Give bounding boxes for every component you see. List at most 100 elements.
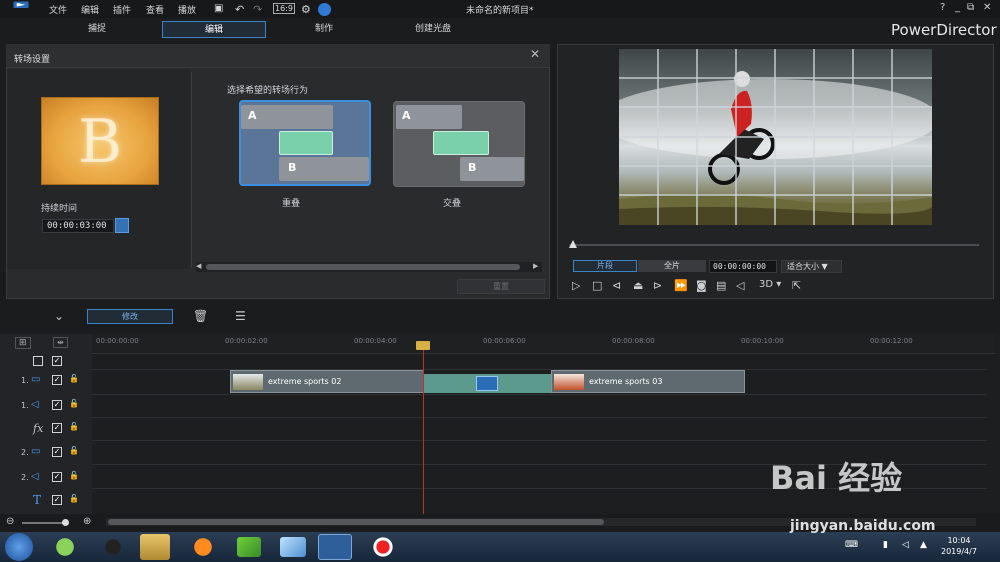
lock-icon[interactable]: 🔓 [69, 374, 79, 383]
duration-input[interactable]: 00:00:03:00 [42, 219, 114, 233]
tab-produce[interactable]: 制作 [284, 21, 364, 38]
menu-edit[interactable]: 编辑 [81, 3, 99, 16]
expand-toggle-icon[interactable]: ⌄ [54, 309, 64, 323]
subtitle-icon[interactable]: ▤ [716, 279, 726, 292]
list-icon[interactable]: ☰ [235, 309, 246, 323]
overlap-option-label: 重叠 [282, 199, 301, 209]
track-manager-icon[interactable]: ⊞ [15, 337, 31, 349]
undo-icon[interactable]: ↶ [235, 3, 244, 16]
close-panel-icon[interactable]: ✕ [530, 47, 540, 61]
tab-edit[interactable]: 编辑 [162, 21, 266, 38]
preview-scrubber[interactable] [569, 244, 979, 246]
menu-plugins[interactable]: 插件 [113, 3, 131, 16]
fast-forward-icon[interactable]: ⏩ [674, 279, 688, 292]
tab-capture[interactable]: 捕捉 [57, 21, 137, 38]
track-enable-checkbox[interactable]: ✓ [52, 375, 62, 385]
minimize-icon[interactable]: _ [955, 2, 960, 13]
track-enable-checkbox[interactable]: ✓ [52, 495, 62, 505]
close-window-icon[interactable]: ✕ [983, 2, 991, 13]
timeline-ruler[interactable]: 00:00:00:00 00:00:02:00 00:00:04:00 00:0… [92, 334, 995, 354]
zoom-fit-label: 适合大小 [787, 262, 819, 271]
lock-icon[interactable]: 🔓 [69, 446, 79, 455]
track-enable-checkbox[interactable]: ✓ [52, 447, 62, 457]
reset-button[interactable]: 重置 [457, 279, 545, 294]
system-clock[interactable]: 10:04 2019/4/7 [941, 535, 977, 557]
account-icon[interactable] [318, 3, 331, 16]
scroll-right-icon[interactable]: ▶ [533, 262, 538, 270]
lock-icon[interactable]: 🔓 [69, 494, 79, 503]
scroll-left-icon[interactable]: ◀ [196, 262, 201, 270]
qq-icon[interactable] [96, 534, 130, 560]
previous-frame-icon[interactable]: ⊲ [612, 279, 621, 292]
timecode-display[interactable]: 00:00:00:00 [709, 260, 777, 273]
transition-settings-header [6, 44, 550, 68]
file-explorer-icon[interactable] [140, 534, 170, 560]
track-divider [92, 440, 987, 441]
aspect-ratio-icon[interactable]: 16:9 [273, 3, 295, 14]
clip-name: extreme sports 03 [589, 377, 663, 386]
playhead-line[interactable] [423, 342, 424, 518]
menu-file[interactable]: 文件 [49, 3, 67, 16]
recorder-icon[interactable] [366, 534, 400, 560]
zoom-fit-select[interactable]: 适合大小 ▼ [781, 260, 842, 273]
menu-play[interactable]: 播放 [178, 3, 196, 16]
track-enable-checkbox[interactable]: ✓ [52, 423, 62, 433]
duration-spinner-button[interactable] [115, 218, 129, 233]
timeline-scrollbar-thumb[interactable] [108, 519, 604, 525]
3d-button[interactable]: 3D ▾ [759, 279, 781, 290]
menu-view[interactable]: 查看 [146, 3, 164, 16]
option-crossfade[interactable]: A B [393, 101, 525, 187]
restore-icon[interactable]: ⧉ [967, 2, 974, 13]
help-button[interactable]: ? [940, 2, 945, 13]
snapshot-icon[interactable]: ◙ [696, 279, 707, 292]
all-tracks-toggle[interactable] [33, 356, 43, 366]
zoom-out-icon[interactable]: ⊖ [6, 516, 14, 527]
choose-behavior-label: 选择希望的转场行为 [227, 86, 309, 96]
trash-icon[interactable]: 🗑 [193, 309, 208, 323]
start-button[interactable] [5, 533, 33, 561]
redo-icon[interactable]: ↷ [253, 3, 262, 16]
zoom-slider-handle[interactable] [62, 519, 69, 526]
speaker-icon[interactable]: ◁ [902, 540, 909, 550]
all-tracks-checkbox[interactable]: ✓ [52, 356, 62, 366]
clip-name: extreme sports 02 [268, 377, 342, 386]
video-clip[interactable]: extreme sports 02 [230, 370, 424, 393]
play-icon[interactable]: ▷ [572, 279, 580, 292]
video-clip[interactable]: extreme sports 03 [551, 370, 745, 393]
clock-time: 10:04 [947, 536, 971, 545]
lock-icon[interactable]: 🔓 [69, 399, 79, 408]
notes-app-icon[interactable] [280, 537, 306, 557]
lock-icon[interactable]: 🔓 [69, 422, 79, 431]
options-scrollbar-thumb[interactable] [206, 264, 520, 270]
zoom-in-icon[interactable]: ⊕ [83, 516, 91, 527]
playhead-handle[interactable] [416, 341, 430, 350]
option-overlap[interactable]: A B [239, 100, 371, 186]
track-enable-checkbox[interactable]: ✓ [52, 472, 62, 482]
save-icon[interactable]: ▣ [214, 3, 223, 14]
media-app-icon[interactable] [237, 537, 261, 557]
full-mode-button[interactable]: 全片 [638, 260, 706, 272]
settings-gear-icon[interactable]: ⚙ [301, 3, 311, 16]
app-360-icon[interactable] [48, 534, 82, 560]
duration-label: 持续时间 [41, 204, 78, 214]
fit-timeline-icon[interactable]: ⇹ [53, 337, 68, 348]
keyboard-icon[interactable]: ⌨ [845, 540, 858, 550]
lock-icon[interactable]: 🔓 [69, 471, 79, 480]
next-frame-icon[interactable]: ⊳ [653, 279, 662, 292]
stop-icon[interactable]: □ [592, 279, 602, 292]
video-track-icon: ▭ [31, 374, 41, 385]
split-icon[interactable]: ⏏ [633, 279, 643, 292]
brand-name: PowerDirector [891, 21, 997, 39]
track-enable-checkbox[interactable]: ✓ [52, 400, 62, 410]
scrubber-handle[interactable] [569, 240, 577, 248]
volume-icon[interactable]: ◁ [736, 279, 744, 292]
device-icon[interactable]: ▮ [883, 540, 888, 550]
transition-block[interactable] [424, 374, 551, 393]
undock-icon[interactable]: ⇱ [792, 279, 801, 292]
powerdirector-taskbar-icon[interactable] [318, 534, 352, 560]
network-icon[interactable]: ▲ [920, 540, 927, 550]
clip-mode-button[interactable]: 片段 [573, 260, 637, 272]
tab-create-disc[interactable]: 创建光盘 [393, 21, 473, 38]
firefox-icon[interactable] [186, 534, 220, 560]
modify-button[interactable]: 修改 [87, 309, 173, 324]
